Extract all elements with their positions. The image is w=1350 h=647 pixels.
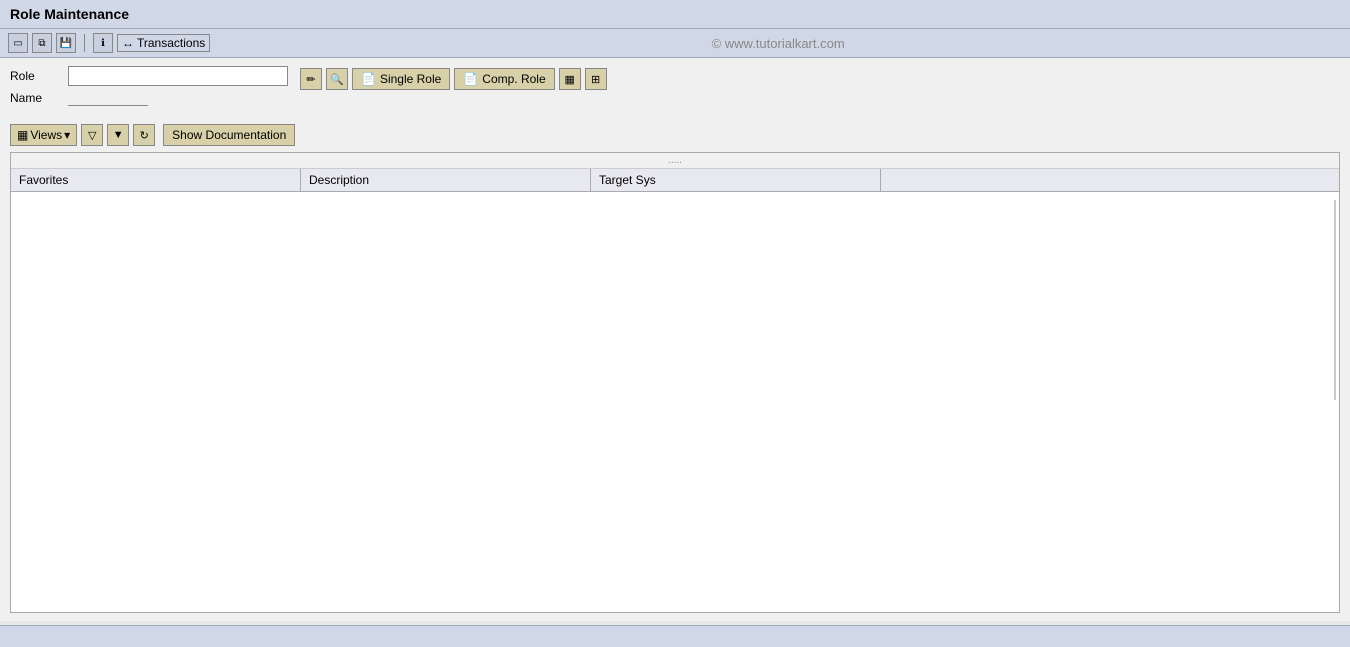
views-icon: ▦ [17,128,28,142]
watermark-text: © www.tutorialkart.com [712,36,845,51]
table-container: ..... Favorites Description Target Sys [10,152,1340,613]
views-label: Views [30,128,62,142]
name-field-line: Name [10,90,288,106]
table-body [11,192,1339,612]
name-value [68,90,148,106]
show-documentation-button[interactable]: Show Documentation [163,124,295,146]
main-content: Role Name ✏ 🔍 📄 Single Role 📄 Comp. Role… [0,58,1350,621]
edit-button[interactable]: ✏ [300,68,322,90]
comp-role-button[interactable]: 📄 Comp. Role [454,68,554,90]
views-dropdown-icon: ▾ [64,128,70,142]
grid2-icon-button[interactable]: ⊞ [585,68,607,90]
show-documentation-label: Show Documentation [172,128,286,142]
new-icon[interactable]: ▭ [8,33,28,53]
role-label: Role [10,69,60,83]
comp-role-doc-icon: 📄 [463,72,478,86]
single-role-label: Single Role [380,72,441,86]
views-button[interactable]: ▦ Views ▾ [10,124,77,146]
name-label: Name [10,91,60,105]
transactions-label: Transactions [137,36,205,50]
grid-icon-button[interactable]: ▦ [559,68,581,90]
col-favorites: Favorites [11,169,301,191]
filter-button2[interactable]: ▼ [107,124,129,146]
comp-role-label: Comp. Role [482,72,545,86]
info-icon[interactable]: ℹ [93,33,113,53]
page-title: Role Maintenance [10,6,129,22]
col-extra [881,169,1339,191]
toolbar-sep1 [84,34,85,52]
role-input[interactable] [68,66,288,86]
toolbar-row: ▭ ⧉ 💾 ℹ ↔ Transactions © www.tutorialkar… [0,29,1350,58]
filter-button1[interactable]: ▽ [81,124,103,146]
bottom-bar [0,625,1350,647]
table-header: Favorites Description Target Sys [11,169,1339,192]
fields-section: Role Name [10,66,288,106]
single-role-doc-icon: 📄 [361,72,376,86]
transactions-icon: ↔ [122,36,134,50]
transactions-button[interactable]: ↔ Transactions [117,34,210,52]
role-actions: ✏ 🔍 📄 Single Role 📄 Comp. Role ▦ ⊞ [300,68,607,90]
title-bar: Role Maintenance [0,0,1350,29]
vertical-line [1334,200,1336,400]
copy-icon[interactable]: ⧉ [32,33,52,53]
refresh-button[interactable]: ↻ [133,124,155,146]
col-description: Description [301,169,591,191]
role-field-line: Role [10,66,288,86]
single-role-button[interactable]: 📄 Single Role [352,68,450,90]
second-toolbar: ▦ Views ▾ ▽ ▼ ↻ Show Documentation [10,122,1340,148]
table-dots: ..... [11,153,1339,169]
col-target-sys: Target Sys [591,169,881,191]
save-icon[interactable]: 💾 [56,33,76,53]
search-button[interactable]: 🔍 [326,68,348,90]
